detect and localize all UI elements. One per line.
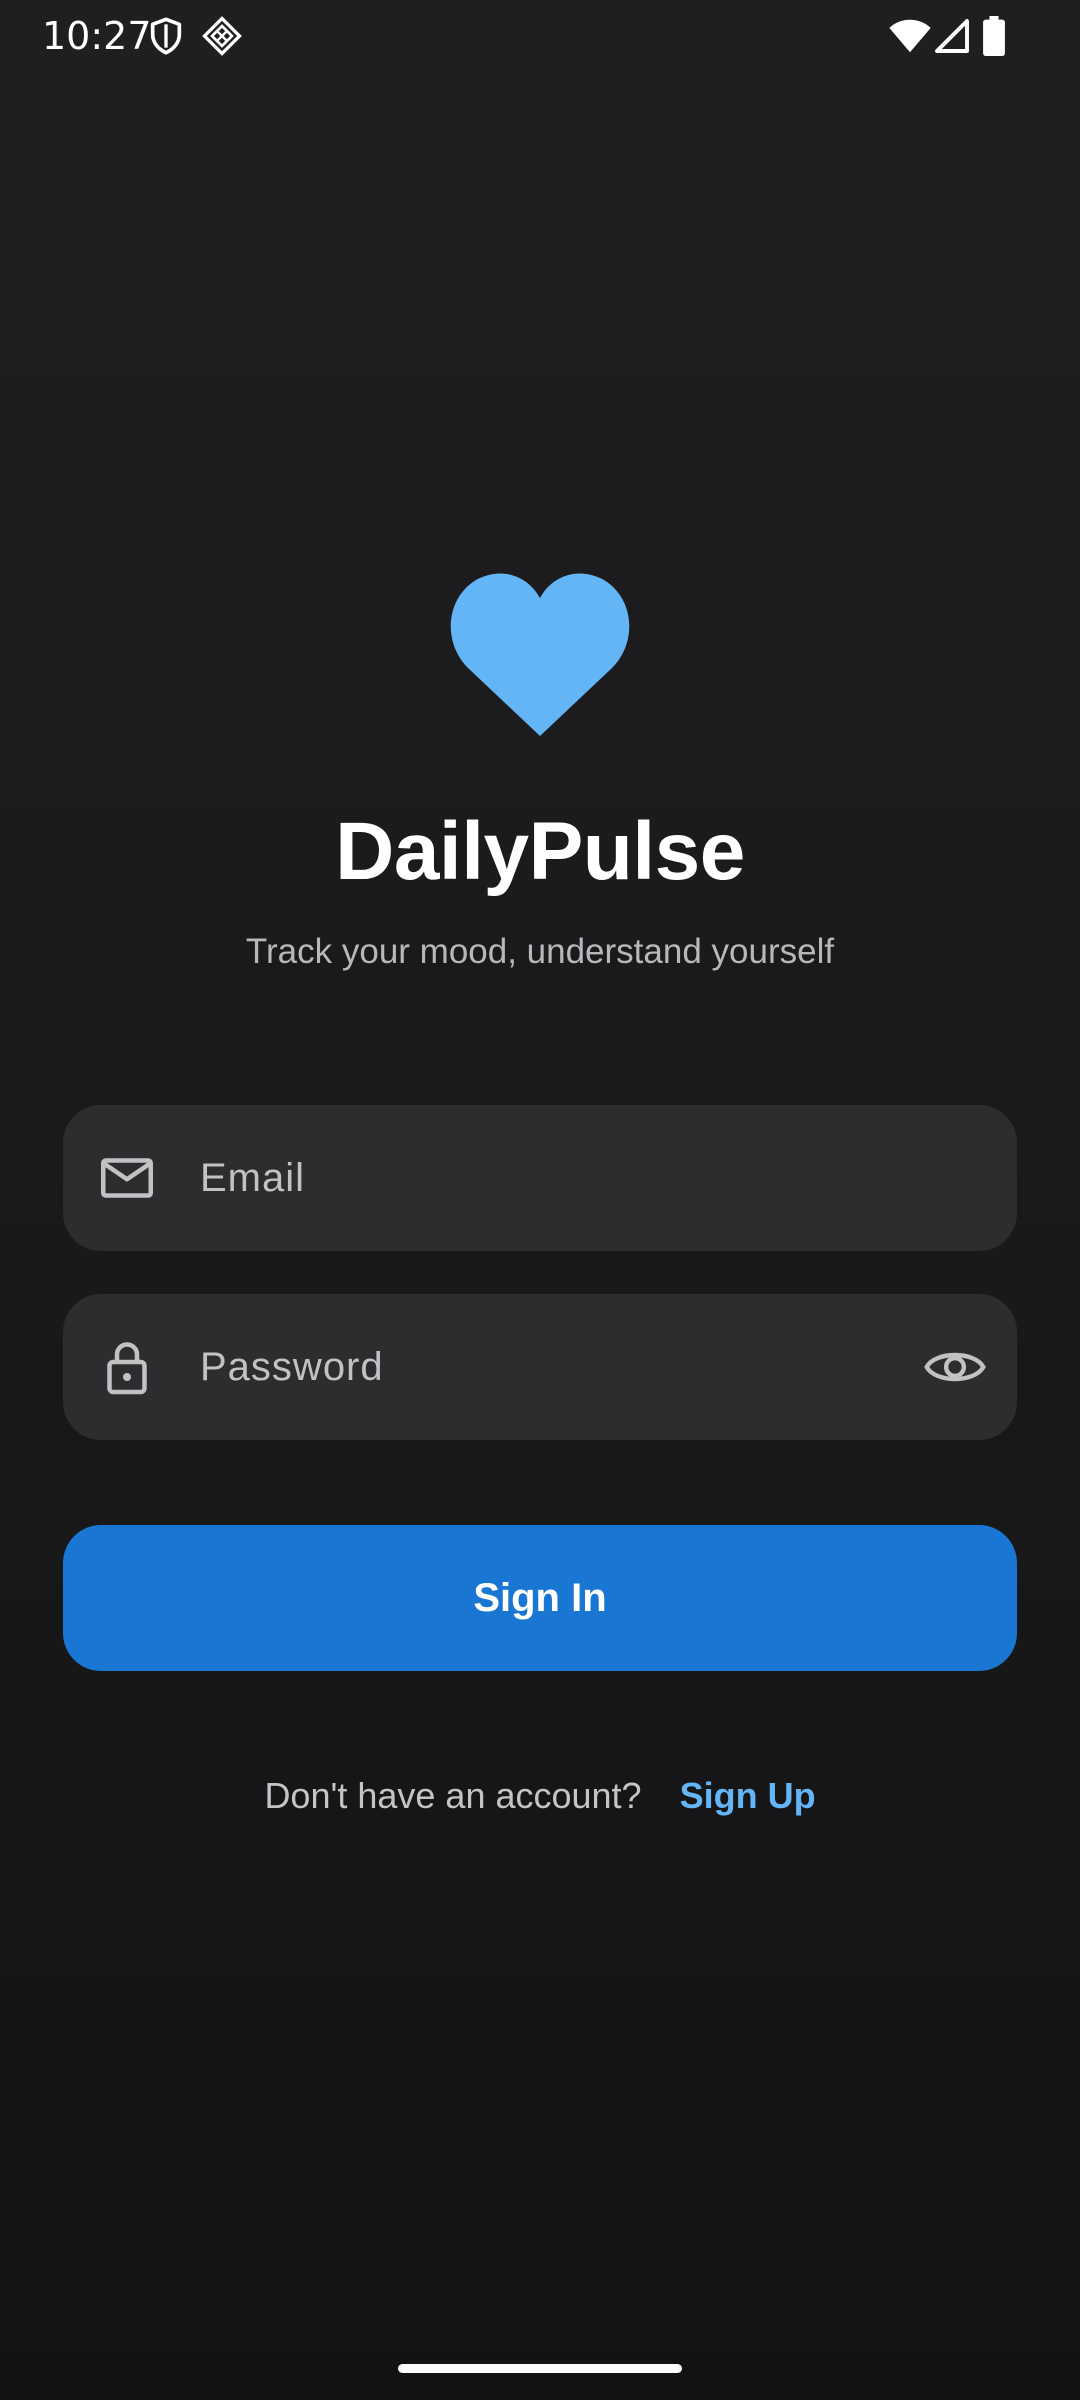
battery-icon (982, 16, 1006, 61)
status-time: 10:27 (42, 14, 152, 58)
email-input[interactable] (200, 1105, 900, 1251)
signup-row: Don't have an account? Sign Up (0, 1775, 1080, 1817)
app-title: DailyPulse (335, 806, 745, 897)
signup-prompt: Don't have an account? (264, 1775, 642, 1816)
status-bar: 10:27 (0, 0, 1080, 74)
eye-icon[interactable] (923, 1337, 987, 1397)
shield-icon (146, 16, 186, 61)
mail-icon (97, 1148, 157, 1208)
sign-in-button[interactable]: Sign In (63, 1525, 1017, 1671)
sign-up-link[interactable]: Sign Up (680, 1775, 816, 1816)
heart-icon (450, 572, 630, 736)
password-field[interactable] (63, 1294, 1017, 1440)
notification-diamond-icon (202, 16, 242, 61)
lock-icon (97, 1337, 157, 1397)
password-input[interactable] (200, 1294, 900, 1440)
wifi-icon (888, 18, 932, 59)
app-tagline: Track your mood, understand yourself (245, 932, 835, 971)
cell-signal-icon (934, 18, 970, 59)
email-field[interactable] (63, 1105, 1017, 1251)
home-indicator[interactable] (398, 2364, 682, 2373)
